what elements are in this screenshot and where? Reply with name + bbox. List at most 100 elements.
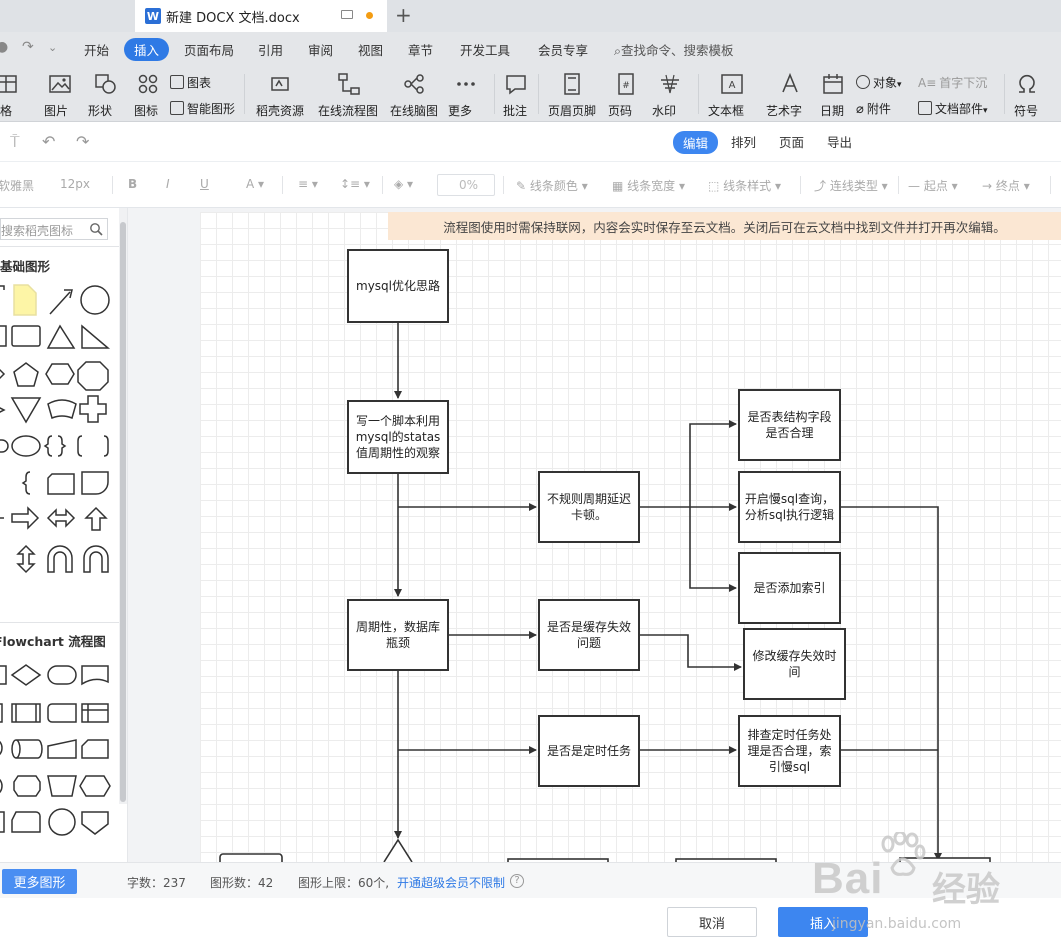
symbol-button[interactable]: 符号 — [1014, 66, 1040, 122]
icons-icon — [138, 74, 158, 94]
node-check-schema[interactable]: 是否表结构字段是否合理 — [738, 389, 841, 461]
document-parts-button[interactable]: 文档部件▾ — [918, 100, 988, 117]
tab-bar: W 新建 DOCX 文档.docx + — [0, 0, 1061, 32]
table-label: 格 — [0, 104, 13, 118]
upgrade-member-link[interactable]: 开通超级会员不限制 — [397, 874, 505, 891]
line-color-select[interactable]: ✎ 线条颜色 ▾ — [516, 177, 588, 194]
menu-item-home[interactable]: 开始 — [84, 40, 109, 59]
menu-item-view[interactable]: 视图 — [358, 40, 383, 59]
omega-icon — [1019, 74, 1035, 93]
panel-scrollbar-thumb[interactable] — [120, 222, 126, 802]
node-periodic-bottleneck[interactable]: 周期性，数据库瓶颈 — [347, 599, 449, 671]
ribbon-divider — [1004, 74, 1005, 114]
line-spacing-icon[interactable]: ↕≡ ▾ — [340, 177, 370, 191]
command-search[interactable]: ⌕查找命令、搜索模板 — [614, 40, 734, 59]
node-check-index[interactable]: 是否添加索引 — [738, 552, 841, 624]
object-label: 对象 — [873, 76, 898, 90]
tab-page[interactable]: 页面 — [779, 132, 804, 151]
menu-item-review[interactable]: 审阅 — [308, 40, 333, 59]
drop-cap-button[interactable]: A≡ 首字下沉 — [918, 74, 987, 91]
cancel-button[interactable]: 取消 — [667, 907, 757, 937]
end-point-select[interactable]: → 终点 ▾ — [982, 177, 1030, 194]
menu-item-references[interactable]: 引用 — [258, 40, 283, 59]
bold-icon[interactable]: B — [128, 177, 137, 191]
start-point-select[interactable]: — 起点 ▾ — [908, 177, 958, 194]
pen-icon: ✎ — [516, 179, 530, 193]
undo-icon[interactable]: ↶ — [42, 132, 55, 151]
font-name-select[interactable]: 微软雅黑 — [0, 177, 34, 194]
connector-type-select[interactable]: ⤴ 连线类型 ▾ — [814, 177, 888, 194]
node-fix-cache-time[interactable]: 修改缓存失效时间 — [743, 628, 846, 700]
chart-button[interactable]: 图表 — [170, 74, 211, 91]
word-art-button[interactable]: 艺术字 — [766, 66, 814, 122]
online-mindmap-button[interactable]: 在线脑图 — [390, 66, 438, 122]
node-check-timed-task[interactable]: 排查定时任务处理是否合理，索引慢sql — [738, 715, 841, 787]
align-icon[interactable]: ≡ ▾ — [298, 177, 318, 191]
icon-button[interactable]: 图标 — [134, 66, 162, 122]
shape-button[interactable]: 形状 — [88, 66, 124, 122]
node-timed-task[interactable]: 是否是定时任务 — [538, 715, 640, 787]
comment-button[interactable]: 批注 — [503, 66, 529, 122]
menu-item-developer[interactable]: 开发工具 — [460, 40, 510, 59]
node-irregular-delay[interactable]: 不规则周期延迟卡顿。 — [538, 471, 640, 543]
menu-item-page-layout[interactable]: 页面布局 — [184, 40, 234, 59]
docer-resources-button[interactable]: 稻壳资源 — [256, 66, 304, 122]
help-icon[interactable]: ? — [510, 874, 524, 888]
more-button[interactable]: 更多 — [448, 66, 484, 122]
format-toolbar: 微软雅黑 12px B I U A ▾ ≡ ▾ ↕≡ ▾ ◈ ▾ 0% ✎ 线条… — [0, 162, 1061, 208]
node-slow-sql[interactable]: 开启慢sql查询，分析sql执行逻辑 — [738, 471, 841, 543]
menu-item-member[interactable]: 会员专享 — [538, 40, 588, 59]
tab-export[interactable]: 导出 — [827, 132, 852, 151]
cloud-notice-banner: 流程图使用时需保持联网，内容会实时保存至云文档。关闭后可在云文档中找到文件并打开… — [388, 212, 1061, 240]
node-cache-expiry[interactable]: 是否是缓存失效问题 — [538, 599, 640, 671]
redo-icon[interactable]: ↷ — [22, 39, 34, 55]
object-button[interactable]: 对象▾ — [856, 74, 902, 91]
connector-type-label: 连线类型 — [829, 179, 878, 193]
redo-icon[interactable]: ↷ — [76, 132, 89, 151]
shape-palette[interactable] — [0, 208, 120, 862]
menu-item-insert[interactable]: 插入 — [124, 38, 170, 61]
comment-icon — [506, 75, 526, 95]
fc-display — [13, 775, 41, 797]
shape-partial — [0, 439, 9, 453]
font-color-icon[interactable]: A ▾ — [246, 177, 264, 191]
page-number-button[interactable]: # 页码 — [608, 66, 644, 122]
menu-item-chapter[interactable]: 章节 — [408, 40, 433, 59]
font-size-select[interactable]: 12px — [60, 177, 90, 191]
screen-icon[interactable] — [341, 10, 353, 19]
table-icon — [0, 75, 17, 93]
tab-arrange[interactable]: 排列 — [731, 132, 756, 151]
fill-bucket-icon[interactable]: ◈ ▾ — [394, 177, 413, 191]
line-width-select[interactable]: ▦ 线条宽度 ▾ — [612, 177, 685, 194]
watermark-brand: Bai — [812, 854, 884, 903]
shape-chevron-partial — [0, 368, 6, 380]
smart-graphic-button[interactable]: 智能图形 — [170, 100, 235, 117]
search-icon: ⌕ — [614, 43, 622, 58]
text-box-button[interactable]: A 文本框 — [708, 66, 756, 122]
word-count: 字数：237 — [127, 876, 186, 890]
panel-scrollbar[interactable] — [119, 208, 127, 804]
underline-icon[interactable]: U — [200, 177, 209, 191]
table-button[interactable]: 格 — [0, 66, 20, 122]
fc-manual-input — [47, 739, 77, 759]
shape-count: 图形数：42 — [210, 876, 274, 890]
document-tab[interactable]: W 新建 DOCX 文档.docx — [135, 0, 387, 32]
online-flowchart-button[interactable]: 在线流程图 — [318, 66, 380, 122]
header-footer-button[interactable]: 页眉页脚 — [548, 66, 596, 122]
tab-edit[interactable]: 编辑 — [673, 131, 719, 154]
line-style-select[interactable]: ⬚ 线条样式 ▾ — [708, 177, 781, 194]
italic-icon[interactable]: I — [166, 177, 170, 191]
connector-to-cache-fix — [638, 634, 742, 671]
attachment-button[interactable]: ⌀ 附件 — [856, 100, 891, 117]
more-shapes-button[interactable]: 更多图形 — [2, 869, 77, 894]
picture-button[interactable]: 图片 — [42, 66, 78, 122]
quick-access-dropdown-icon[interactable]: ⌄ — [48, 41, 57, 54]
opacity-input[interactable]: 0% — [437, 174, 495, 196]
date-button[interactable]: 日期 — [820, 66, 846, 122]
node-root[interactable]: mysql优化思路 — [347, 249, 449, 323]
watermark-button[interactable]: 水印 — [652, 66, 688, 122]
flowchart-canvas[interactable]: mysql优化思路 写一个脚本利用mysql的statas值周期性的观察 不规则… — [200, 212, 1061, 862]
node-script-monitor[interactable]: 写一个脚本利用mysql的statas值周期性的观察 — [347, 400, 449, 474]
new-tab-button[interactable]: + — [395, 4, 412, 26]
format-painter-icon[interactable]: ⍑ — [10, 132, 20, 152]
